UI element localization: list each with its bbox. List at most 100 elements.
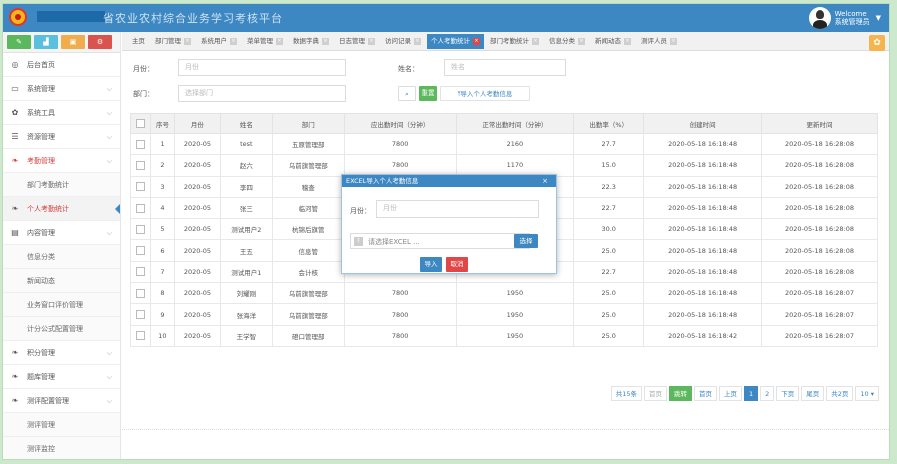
- tab[interactable]: 主页: [128, 34, 149, 49]
- row-checkbox-cell[interactable]: [130, 324, 151, 347]
- import-button[interactable]: ⤒导入个人考勤信息: [440, 86, 530, 101]
- tab[interactable]: 数据字典 ×: [289, 34, 333, 49]
- settings-icon[interactable]: ⚙: [88, 35, 112, 49]
- pager-item[interactable]: 首页: [643, 386, 667, 401]
- row-checkbox-cell[interactable]: [130, 154, 151, 177]
- checkbox[interactable]: [135, 139, 145, 149]
- checkbox[interactable]: [135, 224, 145, 234]
- tab-close-icon[interactable]: ×: [184, 37, 191, 45]
- tab[interactable]: 菜单管理 ×: [243, 34, 287, 49]
- sidebar-item[interactable]: ❧ 测评配置管理 ⌵: [3, 389, 120, 413]
- pager-item[interactable]: 共2页: [826, 386, 854, 401]
- table-row[interactable]: 8 2020-05 刘耀刚 乌前旗管理部 7800 1950 25.0 2020-05-18 …: [130, 282, 878, 305]
- sidebar-item[interactable]: 测评监控: [3, 437, 120, 459]
- sidebar-item[interactable]: 信息分类: [3, 245, 120, 269]
- dept-select[interactable]: 选择部门: [178, 85, 346, 102]
- tab-close-icon[interactable]: ×: [532, 37, 539, 45]
- sidebar-item[interactable]: ❧ 题库管理 ⌵: [3, 365, 120, 389]
- gear-icon[interactable]: ✿: [869, 35, 885, 51]
- reset-button[interactable]: 重置: [419, 86, 437, 101]
- sidebar-item[interactable]: ❧ 考勤管理 ⌵: [3, 149, 120, 173]
- sidebar-item[interactable]: 部门考勤统计: [3, 173, 120, 197]
- checkbox[interactable]: [135, 331, 145, 341]
- tab-close-icon[interactable]: ×: [368, 37, 375, 45]
- choose-file-button[interactable]: 选择: [514, 234, 538, 248]
- checkbox[interactable]: [135, 182, 145, 192]
- sidebar-item[interactable]: 计分公式配置管理: [3, 317, 120, 341]
- sidebar-item[interactable]: ✿ 系统工具 ⌵: [3, 101, 120, 125]
- row-checkbox-cell[interactable]: [130, 282, 151, 305]
- tab[interactable]: 部门考勤统计 ×: [486, 34, 543, 49]
- close-icon[interactable]: ×: [542, 175, 548, 187]
- search-icon[interactable]: ⌕: [398, 86, 416, 101]
- avatar[interactable]: [808, 7, 831, 29]
- caret-down-icon[interactable]: ▼: [876, 14, 881, 22]
- tab[interactable]: 系统用户 ×: [197, 34, 241, 49]
- tab[interactable]: 新闻动态 ×: [591, 34, 635, 49]
- table-cell: 2020-05: [173, 239, 221, 262]
- pen-icon[interactable]: ▣: [61, 35, 85, 49]
- pager-item[interactable]: 跳转: [668, 386, 692, 401]
- dialog-month-input[interactable]: 月份: [376, 200, 539, 218]
- tab-close-icon[interactable]: ×: [578, 37, 585, 45]
- tab-close-icon[interactable]: ×: [322, 37, 329, 45]
- sidebar-item[interactable]: ❧ 积分管理 ⌵: [3, 341, 120, 365]
- pager-item[interactable]: 下页: [776, 386, 800, 401]
- table-row[interactable]: 10 2020-05 王学智 磴口管理部 7800 1950 25.0 2020-05-18 …: [130, 324, 878, 347]
- checkbox[interactable]: [135, 119, 145, 128]
- row-checkbox-cell[interactable]: [130, 196, 151, 220]
- sidebar-item[interactable]: 业务窗口评价管理: [3, 293, 120, 317]
- table-row[interactable]: 1 2020-05 test 五原管理部 7800 2160 27.7 2020-05-18 …: [130, 132, 878, 156]
- tab-close-icon[interactable]: ×: [624, 37, 631, 45]
- tab-close-icon[interactable]: ×: [670, 37, 677, 45]
- sidebar-item[interactable]: 新闻动态: [3, 269, 120, 293]
- checkbox[interactable]: [135, 288, 145, 298]
- select-all-checkbox[interactable]: [130, 113, 151, 134]
- row-checkbox-cell[interactable]: [130, 132, 151, 156]
- sidebar-item[interactable]: ◎ 后台首页: [3, 53, 120, 77]
- chart-icon[interactable]: ▟: [34, 35, 58, 49]
- dialog-cancel-button[interactable]: 取消: [446, 257, 468, 272]
- pager-item[interactable]: 2: [760, 386, 775, 401]
- checkbox[interactable]: [135, 310, 145, 320]
- tab[interactable]: 访问记录 ×: [381, 34, 425, 49]
- pager-item[interactable]: 10 ▾: [855, 386, 879, 401]
- row-checkbox-cell[interactable]: [130, 260, 151, 284]
- tab[interactable]: 信息分类 ×: [545, 34, 589, 49]
- row-checkbox-cell[interactable]: [130, 303, 151, 326]
- sidebar-item[interactable]: ❧ 个人考勤统计: [3, 197, 120, 221]
- table-row[interactable]: 2 2020-05 赵六 乌前旗管理部 7800 1170 15.0 2020-05-18 1…: [130, 154, 878, 177]
- tab-close-icon[interactable]: ×: [276, 37, 283, 45]
- user-menu[interactable]: Welcome 系统管理员 ▼: [808, 7, 881, 29]
- sidebar-item[interactable]: ▤ 内容管理 ⌵: [3, 221, 120, 245]
- file-field[interactable]: ⤒ 请选择EXCEL ...: [350, 233, 530, 249]
- pager-item[interactable]: 共15条: [610, 386, 642, 401]
- pager-item[interactable]: 首页: [693, 386, 717, 401]
- checkbox[interactable]: [135, 267, 145, 277]
- row-checkbox-cell[interactable]: [130, 218, 151, 241]
- pager-item[interactable]: 1: [743, 386, 759, 401]
- month-input[interactable]: 月份: [178, 59, 346, 76]
- sidebar-item[interactable]: 测评管理: [3, 413, 120, 437]
- tab[interactable]: 日志管理 ×: [335, 34, 379, 49]
- table-cell: test: [219, 132, 273, 156]
- tab[interactable]: 个人考勤统计 ×: [427, 33, 484, 49]
- tab[interactable]: 部门管理 ×: [151, 34, 195, 49]
- tab-close-icon[interactable]: ×: [414, 37, 421, 45]
- tab-close-icon[interactable]: ×: [473, 37, 480, 45]
- sidebar-item[interactable]: ▭ 系统管理 ⌵: [3, 77, 120, 101]
- tab-close-icon[interactable]: ×: [230, 37, 237, 45]
- dialog-import-button[interactable]: 导入: [420, 257, 442, 272]
- pencil-icon[interactable]: ✎: [7, 35, 31, 49]
- name-input[interactable]: 姓名: [444, 59, 566, 76]
- checkbox[interactable]: [135, 160, 145, 170]
- table-row[interactable]: 9 2020-05 张海洋 乌前旗管理部 7800 1950 25.0 2020-05-18 …: [130, 303, 878, 326]
- pager-item[interactable]: 尾页: [801, 386, 825, 401]
- checkbox[interactable]: [135, 246, 145, 256]
- row-checkbox-cell[interactable]: [130, 239, 151, 262]
- tab[interactable]: 测评人员 ×: [637, 34, 681, 49]
- row-checkbox-cell[interactable]: [130, 175, 151, 198]
- sidebar-item[interactable]: ☰ 资源管理 ⌵: [3, 125, 120, 149]
- pager-item[interactable]: 上页: [718, 386, 742, 401]
- checkbox[interactable]: [135, 203, 145, 213]
